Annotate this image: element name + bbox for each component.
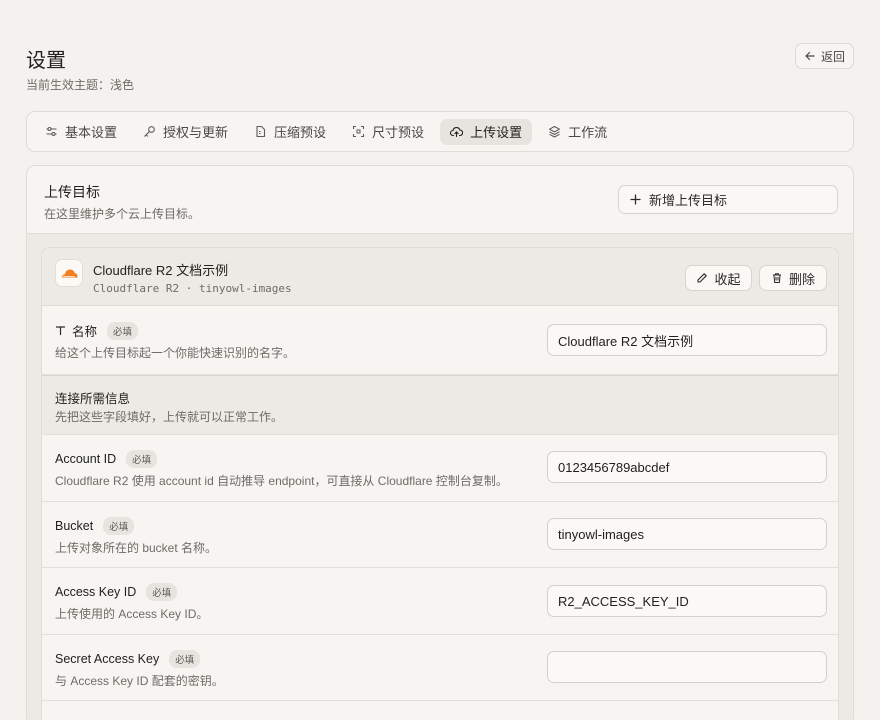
panel-header: 上传目标 在这里维护多个云上传目标。 新增上传目标 xyxy=(27,166,853,234)
card-header: Cloudflare R2 文档示例 Cloudflare R2 · tinyo… xyxy=(42,248,838,306)
page-title: 设置 xyxy=(26,50,66,72)
collapse-label: 收起 xyxy=(714,271,741,287)
field-label: Account ID xyxy=(55,452,117,466)
field-label-group: Account ID 必填 xyxy=(55,450,158,468)
required-badge: 必填 xyxy=(107,321,139,340)
name-field-label-group: 名称 必填 xyxy=(55,321,139,340)
field-description: 给这个上传目标起一个你能快速识别的名字。 xyxy=(55,346,296,360)
file-zip-icon xyxy=(256,125,266,138)
field-label: Bucket xyxy=(55,519,94,533)
sliders-icon xyxy=(46,126,57,137)
access-key-id-input[interactable]: R2_ACCESS_KEY_ID xyxy=(547,585,827,617)
tab-label: 上传设置 xyxy=(470,125,523,140)
settings-tabs: 基本设置 授权与更新 压缩预设 尺寸预设 上传设置 工作流 xyxy=(26,111,854,152)
upload-target-card: Cloudflare R2 文档示例 Cloudflare R2 · tinyo… xyxy=(41,247,839,720)
card-title: Cloudflare R2 文档示例 xyxy=(93,263,229,278)
add-upload-target-button[interactable]: 新增上传目标 xyxy=(618,185,838,214)
cloudflare-icon xyxy=(62,269,78,278)
required-badge: 必填 xyxy=(169,650,201,668)
field-description: Cloudflare R2 使用 account id 自动推导 endpoin… xyxy=(55,474,508,488)
tab-workflow[interactable]: 工作流 xyxy=(538,119,617,145)
tab-label: 压缩预设 xyxy=(274,125,327,140)
tab-size-presets[interactable]: 尺寸预设 xyxy=(342,119,434,145)
collapse-button[interactable]: 收起 xyxy=(685,265,752,291)
plus-icon xyxy=(630,194,641,205)
access-key-id-row: Access Key ID 必填 上传使用的 Access Key ID。 R2… xyxy=(42,568,838,635)
tab-label: 基本设置 xyxy=(65,125,118,140)
layers-icon xyxy=(549,125,561,138)
connection-info-section: 连接所需信息 先把这些字段填好，上传就可以正常工作。 xyxy=(42,375,838,435)
tab-basic-settings[interactable]: 基本设置 xyxy=(35,119,127,145)
field-label: Secret Access Key xyxy=(55,652,160,666)
name-field-row: 名称 必填 给这个上传目标起一个你能快速识别的名字。 Cloudflare R2… xyxy=(42,306,838,375)
secret-access-key-input[interactable] xyxy=(547,651,827,683)
delete-label: 删除 xyxy=(788,271,815,287)
card-subtitle: Cloudflare R2 · tinyowl-images xyxy=(93,282,292,295)
tab-compression-presets[interactable]: 压缩预设 xyxy=(244,119,336,145)
panel-title: 上传目标 xyxy=(44,184,100,200)
required-badge: 必填 xyxy=(126,450,158,468)
upload-targets-panel: 上传目标 在这里维护多个云上传目标。 新增上传目标 Cloudflare R2 … xyxy=(26,165,854,720)
text-type-icon xyxy=(55,326,66,336)
panel-body: Cloudflare R2 文档示例 Cloudflare R2 · tinyo… xyxy=(27,234,853,720)
section-description: 先把这些字段填好，上传就可以正常工作。 xyxy=(55,410,284,424)
panel-description: 在这里维护多个云上传目标。 xyxy=(44,207,201,221)
delete-button[interactable]: 删除 xyxy=(759,265,827,291)
field-description: 上传使用的 Access Key ID。 xyxy=(55,607,209,621)
cloud-upload-icon xyxy=(450,127,464,138)
field-label-group: Access Key ID 必填 xyxy=(55,583,178,601)
arrow-left-icon xyxy=(805,51,815,61)
pencil-icon xyxy=(697,273,708,283)
name-input[interactable]: Cloudflare R2 文档示例 xyxy=(547,324,827,356)
field-label: 名称 xyxy=(72,325,98,339)
tab-label: 尺寸预设 xyxy=(372,125,425,140)
tab-label: 工作流 xyxy=(568,125,608,140)
back-button[interactable]: 返回 xyxy=(795,43,854,69)
back-button-label: 返回 xyxy=(820,49,845,64)
tab-upload-settings[interactable]: 上传设置 xyxy=(440,118,533,145)
crop-icon xyxy=(352,125,365,138)
field-label-group: Bucket 必填 xyxy=(55,517,135,535)
section-title: 连接所需信息 xyxy=(55,392,131,406)
add-upload-target-label: 新增上传目标 xyxy=(649,193,728,208)
key-icon xyxy=(144,126,155,137)
bucket-input[interactable]: tinyowl-images xyxy=(547,518,827,550)
cloudflare-logo xyxy=(55,259,83,287)
tab-license-updates[interactable]: 授权与更新 xyxy=(133,119,238,145)
field-label-group: Secret Access Key 必填 xyxy=(55,650,201,668)
bucket-row: Bucket 必填 上传对象所在的 bucket 名称。 tinyowl-ima… xyxy=(42,502,838,568)
required-badge: 必填 xyxy=(146,583,178,601)
required-badge: 必填 xyxy=(103,517,135,535)
field-label: Access Key ID xyxy=(55,585,137,599)
account-id-row: Account ID 必填 Cloudflare R2 使用 account i… xyxy=(42,435,838,502)
secret-access-key-row: Secret Access Key 必填 与 Access Key ID 配套的… xyxy=(42,635,838,701)
field-description: 上传对象所在的 bucket 名称。 xyxy=(55,541,218,555)
tab-label: 授权与更新 xyxy=(163,125,229,140)
field-description: 与 Access Key ID 配套的密钥。 xyxy=(55,674,224,688)
page-subtitle: 当前生效主题：浅色 xyxy=(26,78,135,92)
account-id-input[interactable]: 0123456789abcdef xyxy=(547,451,827,483)
trash-icon xyxy=(772,273,781,283)
